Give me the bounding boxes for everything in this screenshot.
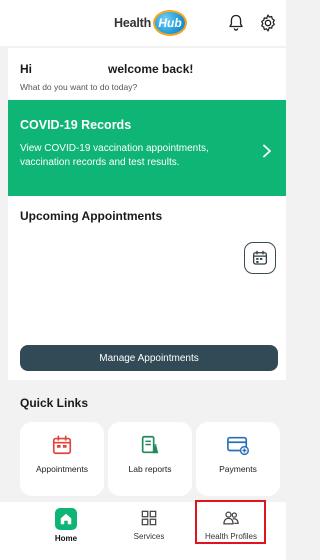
logo-badge: Hub [153, 10, 188, 36]
quick-link-label: Appointments [36, 464, 88, 474]
quick-links-section: Quick Links Appointments Lab reports Pay… [8, 380, 286, 502]
calendar-icon [252, 250, 268, 265]
greeting-hi: Hi [20, 62, 32, 76]
quick-link-payments[interactable]: Payments [196, 422, 280, 496]
greeting-card: Hi welcome back! What do you want to do … [8, 48, 286, 100]
healthhub-logo: Health Hub [114, 9, 188, 37]
quick-link-label: Payments [219, 464, 257, 474]
covid-description: View COVID-19 vaccination appointments, … [20, 143, 209, 168]
quick-link-lab-reports[interactable]: Lab reports [108, 422, 192, 496]
quick-links-title: Quick Links [20, 396, 89, 410]
greeting-subtitle: What do you want to do today? [20, 82, 138, 92]
nav-label-services: Services [133, 532, 165, 541]
grid-icon [141, 510, 157, 526]
covid-title: COVID-19 Records [20, 118, 132, 132]
nav-label-home: Home [54, 534, 78, 543]
quick-link-appointments[interactable]: Appointments [20, 422, 104, 496]
chevron-right-icon [263, 144, 271, 158]
nav-item-home[interactable]: Home [31, 508, 101, 543]
app-header: Health Hub [0, 0, 286, 46]
upcoming-appointments-title: Upcoming Appointments [20, 209, 163, 223]
calendar-button[interactable] [244, 242, 276, 274]
home-icon [55, 508, 77, 530]
lab-report-icon [141, 435, 159, 454]
health-profiles-highlight [195, 500, 266, 544]
greeting-welcome: welcome back! [108, 62, 194, 76]
manage-appointments-button[interactable]: Manage Appointments [20, 345, 278, 371]
calendar-icon [52, 435, 72, 455]
nav-item-services[interactable]: Services [114, 508, 184, 541]
quick-link-label: Lab reports [128, 464, 172, 474]
greeting-line: Hi welcome back! [20, 62, 286, 76]
covid-records-card[interactable]: COVID-19 Records View COVID-19 vaccinati… [8, 100, 286, 196]
card-payment-icon [227, 436, 249, 456]
user-name-redacted [36, 62, 104, 76]
logo-text: Health [114, 16, 152, 30]
bell-icon[interactable] [226, 13, 246, 33]
upcoming-appointments-section: Upcoming Appointments Manage Appointment… [8, 196, 286, 380]
gear-icon[interactable] [258, 13, 278, 33]
